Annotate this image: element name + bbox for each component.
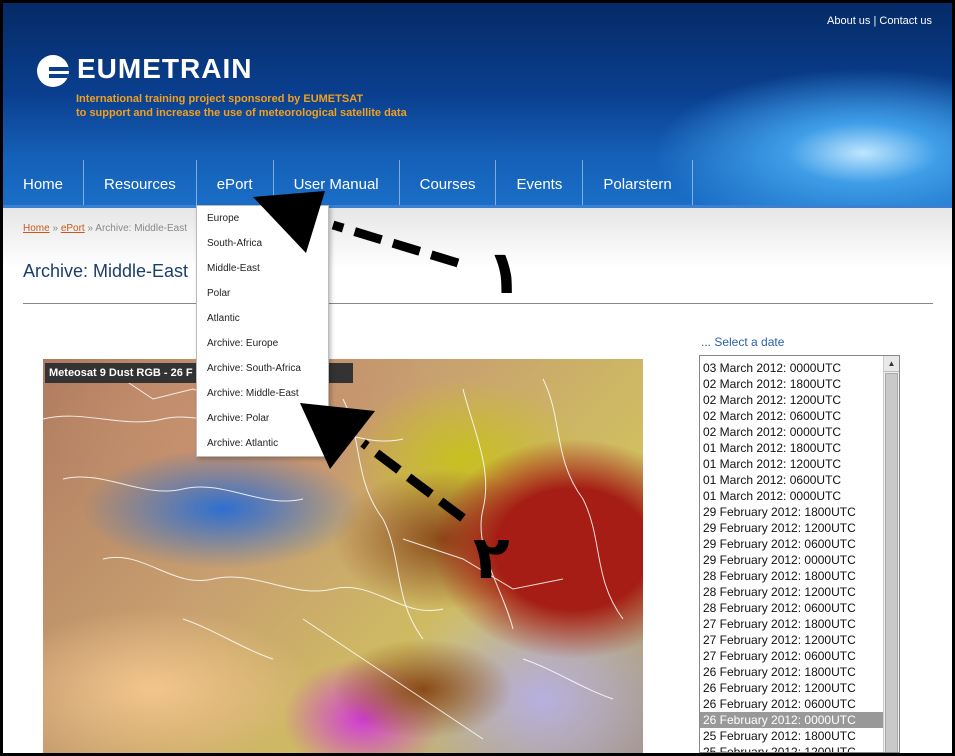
nav-resources[interactable]: Resources (84, 160, 197, 208)
menu-item-archive-south-africa[interactable]: Archive: South-Africa (197, 356, 328, 381)
date-items: 03 March 2012: 0000UTC 02 March 2012: 180… (700, 360, 884, 752)
satellite-image: Meteosat 9 Dust RGB - 26 F (43, 359, 643, 753)
title-divider (23, 303, 933, 304)
nav-events[interactable]: Events (496, 160, 584, 208)
menu-item-europe[interactable]: Europe (197, 206, 328, 231)
main-nav: Home Resources ePort User Manual Courses… (3, 160, 693, 208)
nav-courses[interactable]: Courses (400, 160, 497, 208)
date-listbox[interactable]: 03 March 2012: 0000UTC 02 March 2012: 180… (699, 355, 900, 753)
tagline: International training project sponsored… (76, 92, 407, 120)
menu-item-south-africa[interactable]: South-Africa (197, 231, 328, 256)
select-date-label: ... Select a date (701, 335, 785, 349)
date-option[interactable]: 25 February 2012: 1800UTC (700, 728, 884, 744)
tagline-line-2: to support and increase the use of meteo… (76, 107, 407, 119)
menu-item-archive-middle-east[interactable]: Archive: Middle-East (197, 381, 328, 406)
date-option[interactable]: 27 February 2012: 1800UTC (700, 616, 884, 632)
date-option[interactable]: 02 March 2012: 0600UTC (700, 408, 884, 424)
menu-item-archive-atlantic[interactable]: Archive: Atlantic (197, 431, 328, 456)
date-option[interactable]: 01 March 2012: 1200UTC (700, 456, 884, 472)
nav-user-manual[interactable]: User Manual (274, 160, 400, 208)
menu-item-archive-europe[interactable]: Archive: Europe (197, 331, 328, 356)
breadcrumb-separator: » (49, 223, 61, 234)
scroll-up-arrow-icon[interactable]: ▲ (884, 356, 899, 372)
scroll-thumb[interactable] (885, 373, 898, 752)
tagline-line-1: International training project sponsored… (76, 93, 364, 105)
date-list-scrollbar[interactable]: ▲ (883, 356, 899, 752)
date-option[interactable]: 02 March 2012: 1800UTC (700, 376, 884, 392)
date-option[interactable]: 29 February 2012: 0600UTC (700, 536, 884, 552)
browser-page: About us | Contact us EUMETRAIN Internat… (3, 3, 952, 753)
date-option[interactable]: 01 March 2012: 0000UTC (700, 488, 884, 504)
breadcrumb-eport-link[interactable]: ePort (61, 223, 85, 234)
nav-polarstern[interactable]: Polarstern (583, 160, 693, 208)
menu-item-polar[interactable]: Polar (197, 281, 328, 306)
date-option[interactable]: 29 February 2012: 1200UTC (700, 520, 884, 536)
date-option[interactable]: 26 February 2012: 1800UTC (700, 664, 884, 680)
nav-home[interactable]: Home (3, 160, 85, 208)
date-option[interactable]: 01 March 2012: 0600UTC (700, 472, 884, 488)
date-option[interactable]: 29 February 2012: 1800UTC (700, 504, 884, 520)
date-option[interactable]: 02 March 2012: 0000UTC (700, 424, 884, 440)
date-option[interactable]: 25 February 2012: 1200UTC (700, 744, 884, 752)
date-option[interactable]: 26 February 2012: 0600UTC (700, 696, 884, 712)
about-us-link[interactable]: About us (827, 15, 870, 27)
menu-item-archive-polar[interactable]: Archive: Polar (197, 406, 328, 431)
date-option[interactable]: 03 March 2012: 0000UTC (700, 360, 884, 376)
eport-dropdown-menu: Europe South-Africa Middle-East Polar At… (196, 205, 329, 457)
date-option[interactable]: 01 March 2012: 1800UTC (700, 440, 884, 456)
nav-eport[interactable]: ePort (197, 160, 274, 208)
menu-item-atlantic[interactable]: Atlantic (197, 306, 328, 331)
date-option[interactable]: 28 February 2012: 0600UTC (700, 600, 884, 616)
menu-item-middle-east[interactable]: Middle-East (197, 256, 328, 281)
page-title: Archive: Middle-East (23, 261, 189, 281)
breadcrumb-home-link[interactable]: Home (23, 223, 50, 234)
date-option[interactable]: 26 February 2012: 0000UTC (700, 712, 884, 728)
date-option[interactable]: 28 February 2012: 1800UTC (700, 568, 884, 584)
logo-text: EUMETRAIN (77, 53, 253, 84)
eumetsat-logo-icon (37, 55, 69, 87)
breadcrumb: Home » ePort » Archive: Middle-East (23, 223, 187, 234)
date-option[interactable]: 27 February 2012: 1200UTC (700, 632, 884, 648)
date-option[interactable]: 29 February 2012: 0000UTC (700, 552, 884, 568)
date-option[interactable]: 02 March 2012: 1200UTC (700, 392, 884, 408)
top-links: About us | Contact us (827, 15, 932, 27)
date-option[interactable]: 28 February 2012: 1200UTC (700, 584, 884, 600)
map-borders (43, 378, 624, 740)
breadcrumb-current: Archive: Middle-East (95, 223, 187, 234)
date-option[interactable]: 26 February 2012: 1200UTC (700, 680, 884, 696)
site-header: About us | Contact us EUMETRAIN Internat… (3, 3, 952, 208)
breadcrumb-separator: » (84, 223, 96, 234)
date-option[interactable]: 27 February 2012: 0600UTC (700, 648, 884, 664)
contact-us-link[interactable]: Contact us (879, 15, 932, 27)
